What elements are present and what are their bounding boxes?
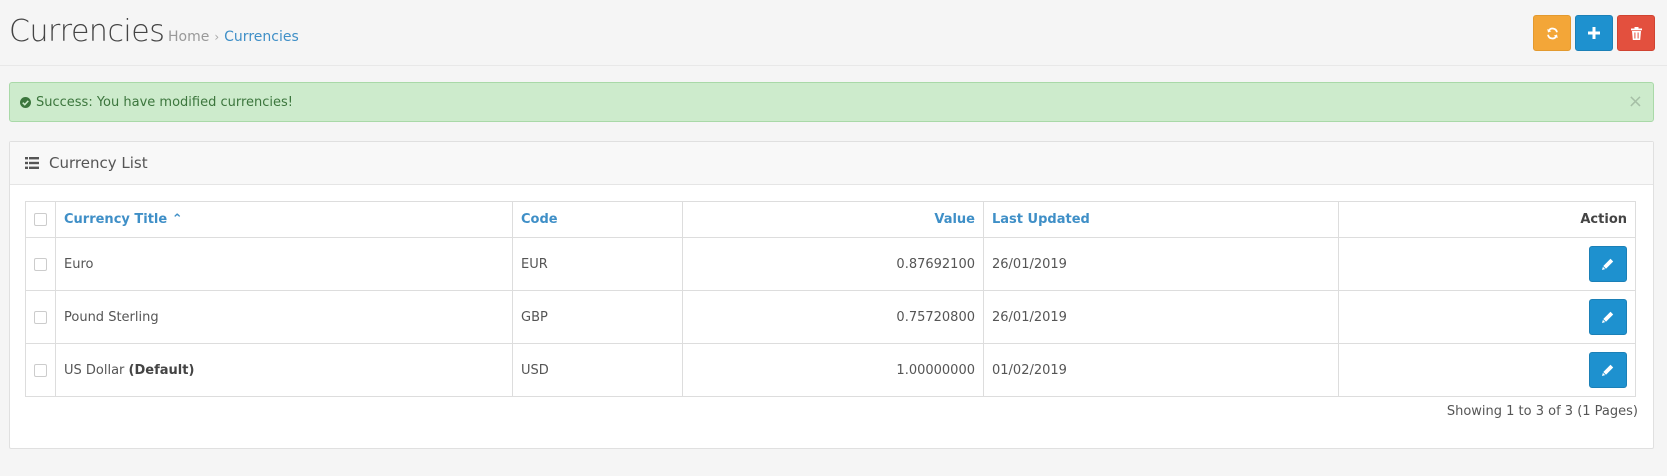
sort-currency-title-link[interactable]: Currency Title ⌃ — [64, 212, 183, 227]
currency-list-panel: Currency List Currency Title ⌃ Code Valu… — [9, 141, 1654, 449]
last-updated-cell: 26/01/2019 — [983, 290, 1339, 344]
sort-value-link[interactable]: Value — [934, 212, 975, 227]
breadcrumb-separator-icon: › — [214, 30, 220, 44]
list-icon — [25, 157, 39, 169]
last-updated-cell: 26/01/2019 — [983, 237, 1339, 291]
table-row: Pound Sterling GBP 0.75720800 26/01/2019 — [25, 290, 1636, 344]
row-checkbox[interactable] — [34, 363, 47, 377]
table-header-row: Currency Title ⌃ Code Value Last Updated… — [25, 201, 1636, 238]
currency-value-cell: 0.87692100 — [682, 237, 984, 291]
currency-title-cell: US Dollar (Default) — [55, 343, 513, 397]
toolbar — [1533, 15, 1655, 51]
currency-code-cell: GBP — [512, 290, 683, 344]
column-last-updated: Last Updated — [983, 201, 1339, 238]
action-cell — [1338, 237, 1636, 291]
action-cell — [1338, 343, 1636, 397]
currency-value-cell: 0.75720800 — [682, 290, 984, 344]
edit-button[interactable] — [1589, 246, 1627, 282]
default-label: (Default) — [128, 362, 195, 378]
action-cell — [1338, 290, 1636, 344]
plus-icon — [1588, 27, 1600, 39]
refresh-button[interactable] — [1533, 15, 1571, 51]
pencil-icon — [1602, 258, 1614, 270]
row-checkbox[interactable] — [34, 257, 47, 271]
alert-message: Success: You have modified currencies! — [36, 95, 294, 110]
column-code: Code — [512, 201, 683, 238]
breadcrumb-home[interactable]: Home — [168, 29, 209, 45]
select-all-cell — [25, 201, 56, 238]
pencil-icon — [1602, 364, 1614, 376]
currency-code-cell: USD — [512, 343, 683, 397]
pencil-icon — [1602, 311, 1614, 323]
column-currency-title: Currency Title ⌃ — [55, 201, 513, 238]
breadcrumb-currencies[interactable]: Currencies — [224, 29, 299, 45]
row-select-cell — [25, 237, 56, 291]
add-button[interactable] — [1575, 15, 1613, 51]
row-select-cell — [25, 343, 56, 397]
trash-icon — [1630, 26, 1642, 40]
row-checkbox[interactable] — [34, 310, 47, 324]
column-value: Value — [682, 201, 984, 238]
sort-last-updated-link[interactable]: Last Updated — [992, 212, 1090, 227]
select-all-checkbox[interactable] — [34, 213, 47, 226]
currency-value-cell: 1.00000000 — [682, 343, 984, 397]
sort-code-link[interactable]: Code — [521, 212, 558, 227]
edit-button[interactable] — [1589, 299, 1627, 335]
row-select-cell — [25, 290, 56, 344]
pagination-text: Showing 1 to 3 of 3 (1 Pages) — [1446, 404, 1638, 419]
breadcrumb: Home › Currencies — [168, 29, 299, 45]
panel-title: Currency List — [49, 154, 148, 172]
delete-button[interactable] — [1617, 15, 1655, 51]
last-updated-cell: 01/02/2019 — [983, 343, 1339, 397]
table-row: US Dollar (Default) USD 1.00000000 01/02… — [25, 343, 1636, 397]
column-action: Action — [1338, 201, 1636, 238]
page-header: Currencies Home › Currencies — [0, 0, 1667, 66]
alert-close-button[interactable]: × — [1628, 91, 1643, 112]
currency-title-cell: Pound Sterling — [55, 290, 513, 344]
currency-title-cell: Euro — [55, 237, 513, 291]
page-title: Currencies — [9, 14, 165, 49]
success-alert: Success: You have modified currencies! × — [9, 82, 1654, 122]
panel-heading: Currency List — [10, 142, 1653, 185]
table-row: Euro EUR 0.87692100 26/01/2019 — [25, 237, 1636, 291]
refresh-icon — [1546, 27, 1558, 39]
check-circle-icon — [20, 97, 31, 108]
currency-table: Currency Title ⌃ Code Value Last Updated… — [25, 201, 1636, 397]
currency-code-cell: EUR — [512, 237, 683, 291]
edit-button[interactable] — [1589, 352, 1627, 388]
sort-asc-icon: ⌃ — [171, 212, 183, 227]
